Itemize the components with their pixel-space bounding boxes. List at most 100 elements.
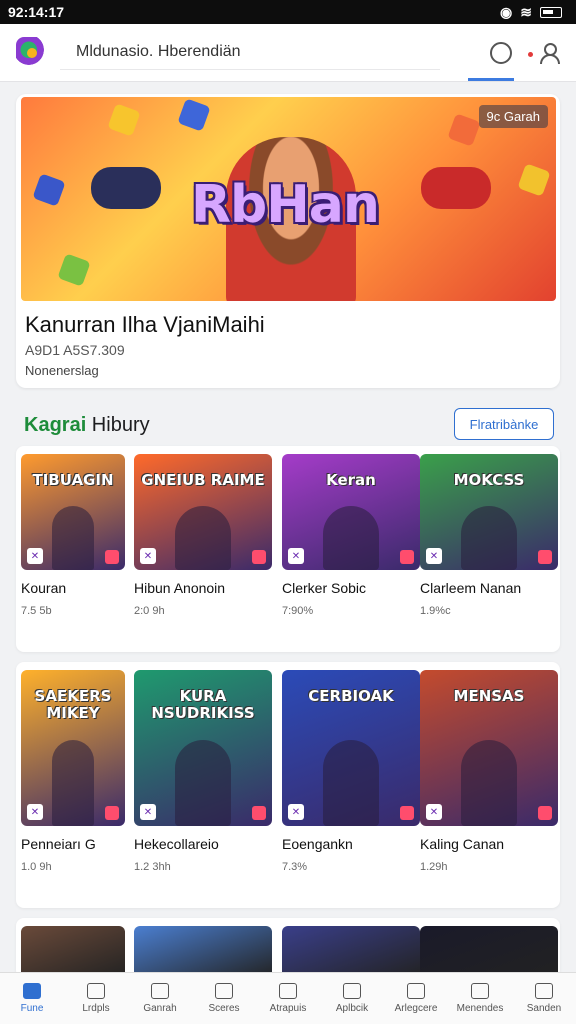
badge-icon xyxy=(105,806,119,820)
nav-icon xyxy=(535,983,553,999)
game-thumbnail: CERBIOAK ✕ xyxy=(282,670,420,826)
game-name: Kaling Canan xyxy=(420,836,505,852)
game-thumbnail: MENSAS ✕ xyxy=(420,670,558,826)
badge-icon xyxy=(400,550,414,564)
game-meta: 1.29h xyxy=(420,861,448,873)
nav-item[interactable]: Sceres xyxy=(192,973,256,1024)
games-grid-row-3 xyxy=(16,918,560,978)
games-grid-row-2: SAEKERS MIKEY ✕ Penneiarı G 1.0 9h KURA NSUD… xyxy=(16,662,560,908)
status-time: 92:14:17 xyxy=(8,4,65,20)
featured-badge: 9c Garah xyxy=(478,105,548,128)
nav-item[interactable]: Ganrah xyxy=(128,973,192,1024)
nav-item[interactable]: Fune xyxy=(0,973,64,1024)
nav-icon xyxy=(343,983,361,999)
gamepad-icon xyxy=(421,167,491,209)
nav-icon xyxy=(87,983,105,999)
nav-icon xyxy=(407,983,425,999)
games-grid-row-1: TIBUAGIN ✕ Kouran 7.5 5b GNEIUB RAIME ✕ Hibun … xyxy=(16,446,560,652)
game-card[interactable]: MOKCSS ✕ Clarleem Nanan 1.9%c xyxy=(420,454,558,617)
app-bar-actions xyxy=(490,41,560,64)
featured-subtitle: A9D1 A5S7.309 xyxy=(25,342,125,358)
featured-caption: Nonenerslag xyxy=(25,363,99,378)
game-name: Hekecollareio xyxy=(134,836,219,852)
character-art xyxy=(175,506,231,570)
section-title-rest: Hibury xyxy=(86,414,150,436)
bottom-navigation: Fune Lrdpls Ganrah Sceres Atrapuis Aplbcik Arl… xyxy=(0,972,576,1024)
platform-icon: ✕ xyxy=(426,804,442,820)
game-thumbnail-art-text: MOKCSS xyxy=(453,471,525,489)
section-title: Kagrai Hibury xyxy=(24,414,150,437)
nav-item[interactable]: Aplbcik xyxy=(320,973,384,1024)
featured-card[interactable]: RbHan 9c Garah Kanurran Ilha VjaniMaihi … xyxy=(16,94,560,388)
featured-image: RbHan 9c Garah xyxy=(21,97,556,301)
search-input[interactable]: Mldunasio. Hberendiän xyxy=(60,36,440,70)
badge-icon xyxy=(538,806,552,820)
game-thumbnail: SAEKERS MIKEY ✕ xyxy=(21,670,125,826)
game-thumbnail-art-text: CERBIOAK xyxy=(308,687,394,705)
nav-item[interactable]: Arlegcere xyxy=(384,973,448,1024)
nav-label: Aplbcik xyxy=(335,1003,369,1014)
game-thumbnail[interactable] xyxy=(282,926,420,978)
nav-item[interactable]: Lrdpls xyxy=(64,973,128,1024)
nav-icon xyxy=(151,983,169,999)
game-card[interactable]: GNEIUB RAIME ✕ Hibun Anonoin 2:0 9h xyxy=(134,454,272,617)
gamepad-icon xyxy=(91,167,161,209)
dice-icon xyxy=(57,253,91,287)
game-card[interactable]: KURA NSUDRIKISS ✕ Hekecollareio 1.2 3hh xyxy=(134,670,272,873)
game-name: Eoengankn xyxy=(282,836,353,852)
user-icon[interactable] xyxy=(538,42,560,64)
character-art xyxy=(52,740,94,826)
character-art xyxy=(52,506,94,570)
logo-icon[interactable] xyxy=(16,36,48,69)
wifi-icon: ≋ xyxy=(520,3,532,20)
nav-label: Lrdpls xyxy=(82,1003,110,1014)
game-thumbnail[interactable] xyxy=(420,926,558,978)
badge-icon xyxy=(252,550,266,564)
game-thumbnail-art-text: TIBUAGIN xyxy=(32,471,114,489)
nav-icon xyxy=(23,983,41,999)
nav-label: Arlegcere xyxy=(394,1003,438,1014)
app-bar-accent xyxy=(468,78,514,81)
featured-title: Kanurran Ilha VjaniMaihi xyxy=(25,312,265,337)
section-title-accent: Kagrai xyxy=(24,414,87,436)
game-meta: 7:90% xyxy=(282,605,314,617)
game-card[interactable]: CERBIOAK ✕ Eoengankn 7.3% xyxy=(282,670,420,873)
status-icons: ◉ ≋ xyxy=(500,4,562,21)
game-thumbnail: MOKCSS ✕ xyxy=(420,454,558,570)
status-bar: 92:14:17 ◉ ≋ xyxy=(0,0,576,24)
game-card[interactable]: Keran ✕ Clerker Sobic 7:90% xyxy=(282,454,420,617)
nav-label: Ganrah xyxy=(143,1003,177,1014)
app-bar: Mldunasio. Hberendiän xyxy=(0,24,576,82)
chat-icon[interactable] xyxy=(490,41,533,64)
nav-item[interactable]: Atrapuis xyxy=(256,973,320,1024)
nav-label: Atrapuis xyxy=(269,1003,307,1014)
dice-icon xyxy=(447,113,481,147)
game-thumbnail-art-text: GNEIUB RAIME xyxy=(141,471,265,489)
game-name: Clarleem Nanan xyxy=(420,580,522,596)
game-card[interactable]: MENSAS ✕ Kaling Canan 1.29h xyxy=(420,670,558,873)
nav-item[interactable]: Sanden xyxy=(512,973,576,1024)
game-meta: 2:0 9h xyxy=(134,605,165,617)
nav-label: Sceres xyxy=(208,1003,240,1014)
platform-icon: ✕ xyxy=(288,548,304,564)
game-name: Hibun Anonoin xyxy=(134,580,226,596)
signal-icon: ◉ xyxy=(500,3,513,20)
see-all-button[interactable]: Flratribànke xyxy=(454,408,554,440)
game-meta: 7.3% xyxy=(282,861,308,873)
game-thumbnail-art-text: SAEKERS MIKEY xyxy=(34,687,112,722)
game-thumbnail: GNEIUB RAIME ✕ xyxy=(134,454,272,570)
nav-label: Menendes xyxy=(456,1003,504,1014)
nav-item[interactable]: Menendes xyxy=(448,973,512,1024)
game-thumbnail[interactable] xyxy=(21,926,125,978)
platform-icon: ✕ xyxy=(140,548,156,564)
game-meta: 1.2 3hh xyxy=(134,861,171,873)
badge-icon xyxy=(538,550,552,564)
platform-icon: ✕ xyxy=(140,804,156,820)
notification-dot-icon xyxy=(528,51,533,57)
battery-icon xyxy=(540,6,562,18)
game-thumbnail[interactable] xyxy=(134,926,272,978)
search-text: Mldunasio. Hberendiän xyxy=(76,43,241,60)
game-thumbnail-art-text: Keran xyxy=(326,471,376,489)
platform-icon: ✕ xyxy=(27,548,43,564)
badge-icon xyxy=(252,806,266,820)
